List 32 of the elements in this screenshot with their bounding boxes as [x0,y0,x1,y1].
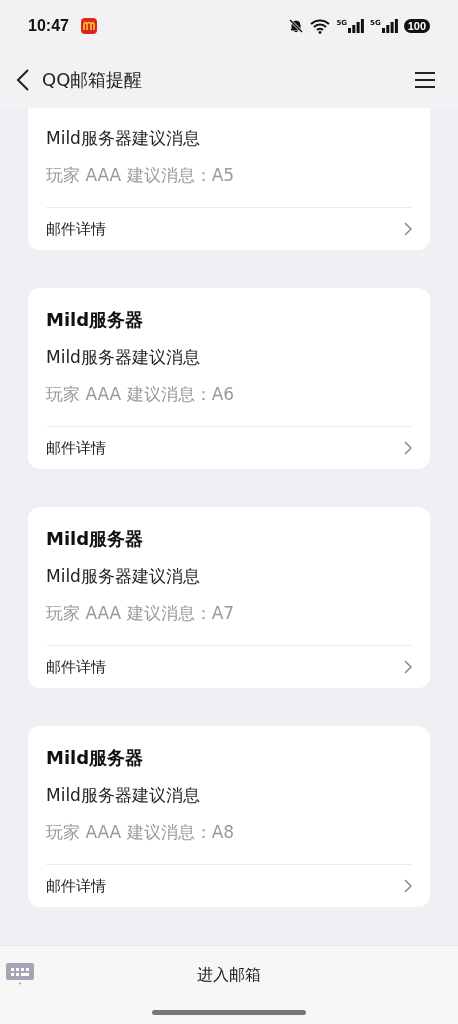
sender-name: Mild服务器 [46,527,145,551]
message-preview: 玩家 AAA 建议消息：A7 [46,602,236,625]
message-preview: 玩家 AAA 建议消息：A6 [46,383,236,406]
menu-icon[interactable] [414,71,436,89]
message-preview: 玩家 AAA 建议消息：A8 [46,821,236,844]
message-subject: Mild服务器建议消息 [46,565,201,588]
message-preview: 玩家 AAA 建议消息：A5 [46,164,236,187]
sender-name: Mild服务器 [46,746,145,770]
bell-muted-icon [288,18,305,34]
message-subject: Mild服务器建议消息 [46,127,201,150]
mail-details-link[interactable]: 邮件详情 [46,426,412,469]
chevron-right-icon [404,660,412,674]
battery-level: 100 [403,19,430,33]
link-label: 邮件详情 [46,657,106,677]
sender-name: Mild服务器 [46,308,145,332]
link-label: 邮件详情 [46,219,106,239]
mail-details-link[interactable]: 邮件详情 [46,207,412,250]
message-subject: Mild服务器建议消息 [46,784,201,807]
link-label: 邮件详情 [46,876,106,896]
message-subject: Mild服务器建议消息 [46,346,201,369]
wifi-icon [310,18,331,34]
chevron-right-icon [404,441,412,455]
mail-details-link[interactable]: 邮件详情 [46,864,412,907]
mail-details-link[interactable]: 邮件详情 [46,645,412,688]
back-icon[interactable] [16,68,30,92]
page-title: QQ邮箱提醒 [42,68,143,92]
clock-time: 10:47 [28,17,69,35]
link-label: 邮件详情 [46,438,106,458]
app-notification-icon [80,18,97,34]
chevron-right-icon [404,879,412,893]
chevron-right-icon [404,222,412,236]
enter-mailbox-button[interactable]: 进入邮箱 [193,962,265,988]
